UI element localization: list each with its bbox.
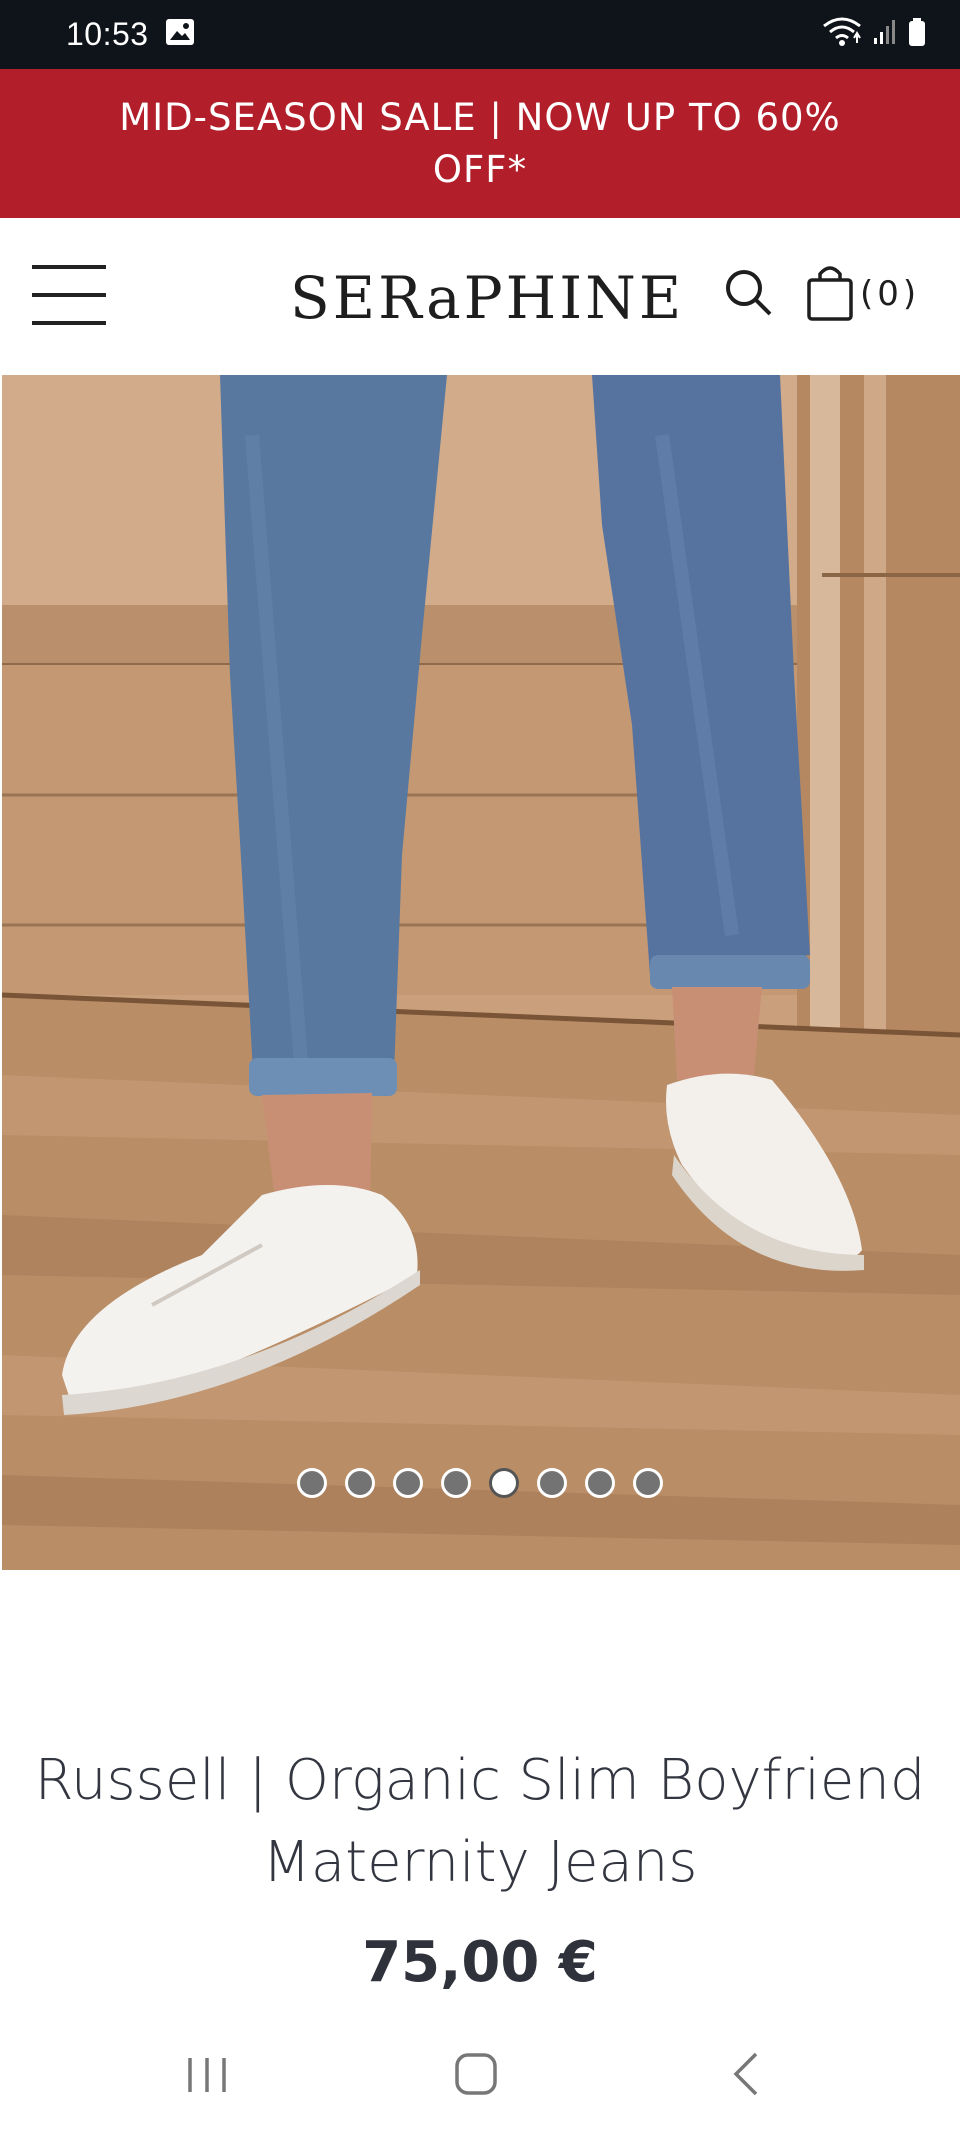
home-icon[interactable] — [454, 2052, 498, 2096]
status-time: 10:53 — [66, 16, 149, 52]
carousel-dot[interactable] — [297, 1468, 327, 1498]
system-nav-bar — [0, 2030, 960, 2133]
image-icon — [165, 18, 195, 51]
carousel-dot[interactable] — [537, 1468, 567, 1498]
carousel-dots — [0, 1468, 960, 1502]
battery-icon — [908, 17, 926, 52]
site-header: SERaPHINE (0) — [0, 218, 960, 375]
product-image-carousel[interactable] — [2, 375, 960, 1570]
product-price: 75,00 € — [362, 1930, 598, 1995]
cart-count: (0) — [860, 274, 921, 314]
wifi-icon — [822, 16, 862, 53]
shopping-bag-icon[interactable] — [806, 262, 854, 327]
cart-button[interactable]: (0) — [806, 256, 934, 332]
status-left: 10:53 — [66, 16, 195, 53]
carousel-dot[interactable] — [393, 1468, 423, 1498]
recent-apps-icon[interactable] — [184, 2052, 230, 2098]
carousel-dot[interactable] — [585, 1468, 615, 1498]
carousel-dot[interactable] — [633, 1468, 663, 1498]
carousel-dot-active[interactable] — [489, 1468, 519, 1498]
status-bar: 10:53 — [0, 0, 960, 69]
brand-logo[interactable]: SERaPHINE — [290, 258, 681, 338]
product-title: Russell | Organic Slim Boyfriend Materni… — [34, 1748, 926, 1895]
hamburger-menu-icon[interactable] — [32, 265, 106, 325]
search-icon[interactable] — [724, 266, 774, 322]
promo-text[interactable]: MID-SEASON SALE | NOW UP TO 60% OFF* — [100, 92, 860, 196]
status-right — [822, 16, 926, 53]
promo-banner[interactable]: MID-SEASON SALE | NOW UP TO 60% OFF* — [0, 69, 960, 218]
back-icon[interactable] — [728, 2050, 764, 2098]
carousel-dot[interactable] — [441, 1468, 471, 1498]
carousel-dot[interactable] — [345, 1468, 375, 1498]
product-photo — [2, 375, 960, 1570]
signal-icon — [872, 18, 898, 51]
